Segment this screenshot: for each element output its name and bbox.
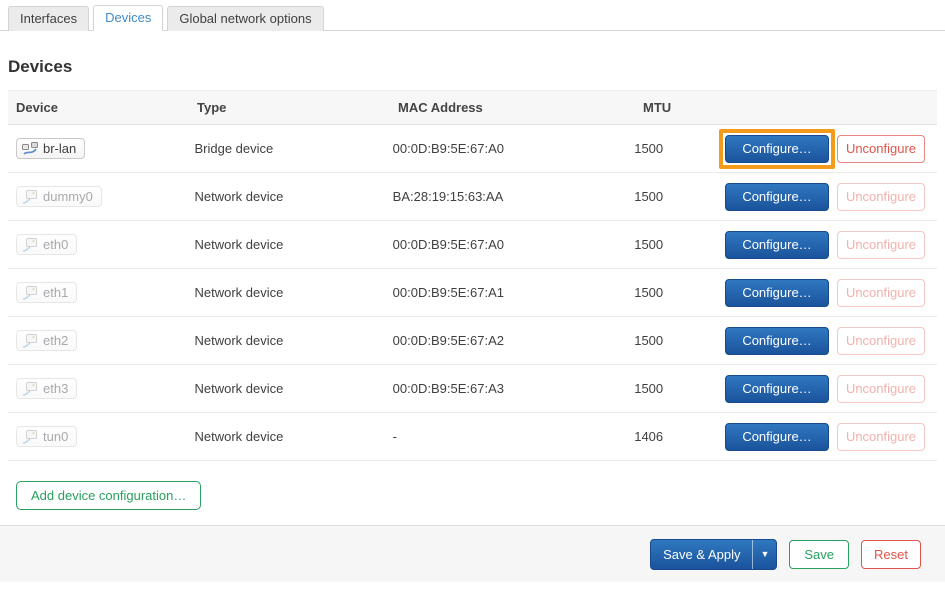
add-device-configuration-button[interactable]: Add device configuration… [16,481,201,510]
configure-highlight-box: Configure… [719,129,835,169]
device-badge[interactable]: eth3 [16,378,77,399]
unconfigure-button[interactable]: Unconfigure [837,423,925,451]
device-table: Device Type MAC Address MTU br-lan Bridg… [8,90,937,461]
header-device: Device [8,91,189,124]
configure-button[interactable]: Configure… [725,279,829,307]
device-badge-label: eth2 [43,333,68,348]
configure-button[interactable]: Configure… [725,375,829,403]
configure-button[interactable]: Configure… [725,423,829,451]
device-mac: 00:0D:B9:5E:67:A1 [385,285,627,300]
device-badge-label: tun0 [43,429,68,444]
header-mac-address: MAC Address [390,91,635,124]
device-mtu: 1500 [626,141,717,156]
device-type: Network device [186,189,384,204]
device-mtu: 1500 [626,381,717,396]
reset-button[interactable]: Reset [861,540,921,569]
header-type: Type [189,91,390,124]
unconfigure-button[interactable]: Unconfigure [837,375,925,403]
tab-bar: Interfaces Devices Global network option… [0,0,945,31]
device-table-body: br-lan Bridge device 00:0D:B9:5E:67:A0 1… [8,125,937,461]
configure-highlight-box: Configure… [725,327,829,355]
device-type: Network device [186,237,384,252]
ethernet-icon [22,190,38,204]
device-mtu: 1406 [626,429,717,444]
device-type: Bridge device [186,141,384,156]
configure-button[interactable]: Configure… [725,183,829,211]
bridge-icon [22,142,38,156]
table-row: br-lan Bridge device 00:0D:B9:5E:67:A0 1… [8,125,937,173]
unconfigure-button[interactable]: Unconfigure [837,279,925,307]
save-button[interactable]: Save [789,540,849,569]
device-badge-label: br-lan [43,141,76,156]
device-mac: 00:0D:B9:5E:67:A0 [385,141,627,156]
configure-highlight-box: Configure… [725,279,829,307]
device-type: Network device [186,333,384,348]
unconfigure-button[interactable]: Unconfigure [837,135,925,163]
save-apply-dropdown-arrow-icon[interactable]: ▼ [752,540,776,569]
device-badge-label: eth0 [43,237,68,252]
device-badge-label: eth1 [43,285,68,300]
table-row: eth2 Network device 00:0D:B9:5E:67:A2 15… [8,317,937,365]
device-badge[interactable]: eth2 [16,330,77,351]
configure-button[interactable]: Configure… [725,231,829,259]
device-badge[interactable]: br-lan [16,138,85,159]
device-badge-label: dummy0 [43,189,93,204]
device-mac: BA:28:19:15:63:AA [385,189,627,204]
footer-action-bar: Save & Apply ▼ Save Reset [0,525,945,582]
device-table-header: Device Type MAC Address MTU [8,90,937,125]
save-apply-button[interactable]: Save & Apply [651,540,752,569]
device-mac: 00:0D:B9:5E:67:A3 [385,381,627,396]
configure-highlight-box: Configure… [725,183,829,211]
table-row: eth1 Network device 00:0D:B9:5E:67:A1 15… [8,269,937,317]
device-mac: - [385,429,627,444]
device-type: Network device [186,429,384,444]
unconfigure-button[interactable]: Unconfigure [837,183,925,211]
configure-highlight-box: Configure… [725,375,829,403]
device-type: Network device [186,285,384,300]
configure-button[interactable]: Configure… [725,327,829,355]
device-mtu: 1500 [626,285,717,300]
device-mtu: 1500 [626,237,717,252]
unconfigure-button[interactable]: Unconfigure [837,327,925,355]
table-row: dummy0 Network device BA:28:19:15:63:AA … [8,173,937,221]
ethernet-icon [22,238,38,252]
device-mtu: 1500 [626,333,717,348]
table-row: tun0 Network device - 1406 Configure… Un… [8,413,937,461]
tab-interfaces[interactable]: Interfaces [8,6,89,31]
configure-highlight-box: Configure… [725,423,829,451]
device-badge-label: eth3 [43,381,68,396]
device-type: Network device [186,381,384,396]
configure-highlight-box: Configure… [725,231,829,259]
device-badge[interactable]: eth0 [16,234,77,255]
device-mac: 00:0D:B9:5E:67:A0 [385,237,627,252]
device-badge[interactable]: dummy0 [16,186,102,207]
header-mtu: MTU [635,91,727,124]
ethernet-icon [22,286,38,300]
tab-devices[interactable]: Devices [93,5,163,31]
device-mtu: 1500 [626,189,717,204]
device-mac: 00:0D:B9:5E:67:A2 [385,333,627,348]
page-title: Devices [8,57,937,77]
ethernet-icon [22,334,38,348]
table-row: eth3 Network device 00:0D:B9:5E:67:A3 15… [8,365,937,413]
ethernet-icon [22,430,38,444]
save-apply-split-button: Save & Apply ▼ [650,539,777,570]
unconfigure-button[interactable]: Unconfigure [837,231,925,259]
ethernet-icon [22,382,38,396]
table-row: eth0 Network device 00:0D:B9:5E:67:A0 15… [8,221,937,269]
device-badge[interactable]: tun0 [16,426,77,447]
tab-global-network-options[interactable]: Global network options [167,6,323,31]
configure-button[interactable]: Configure… [725,135,829,163]
header-actions [727,91,937,124]
device-badge[interactable]: eth1 [16,282,77,303]
